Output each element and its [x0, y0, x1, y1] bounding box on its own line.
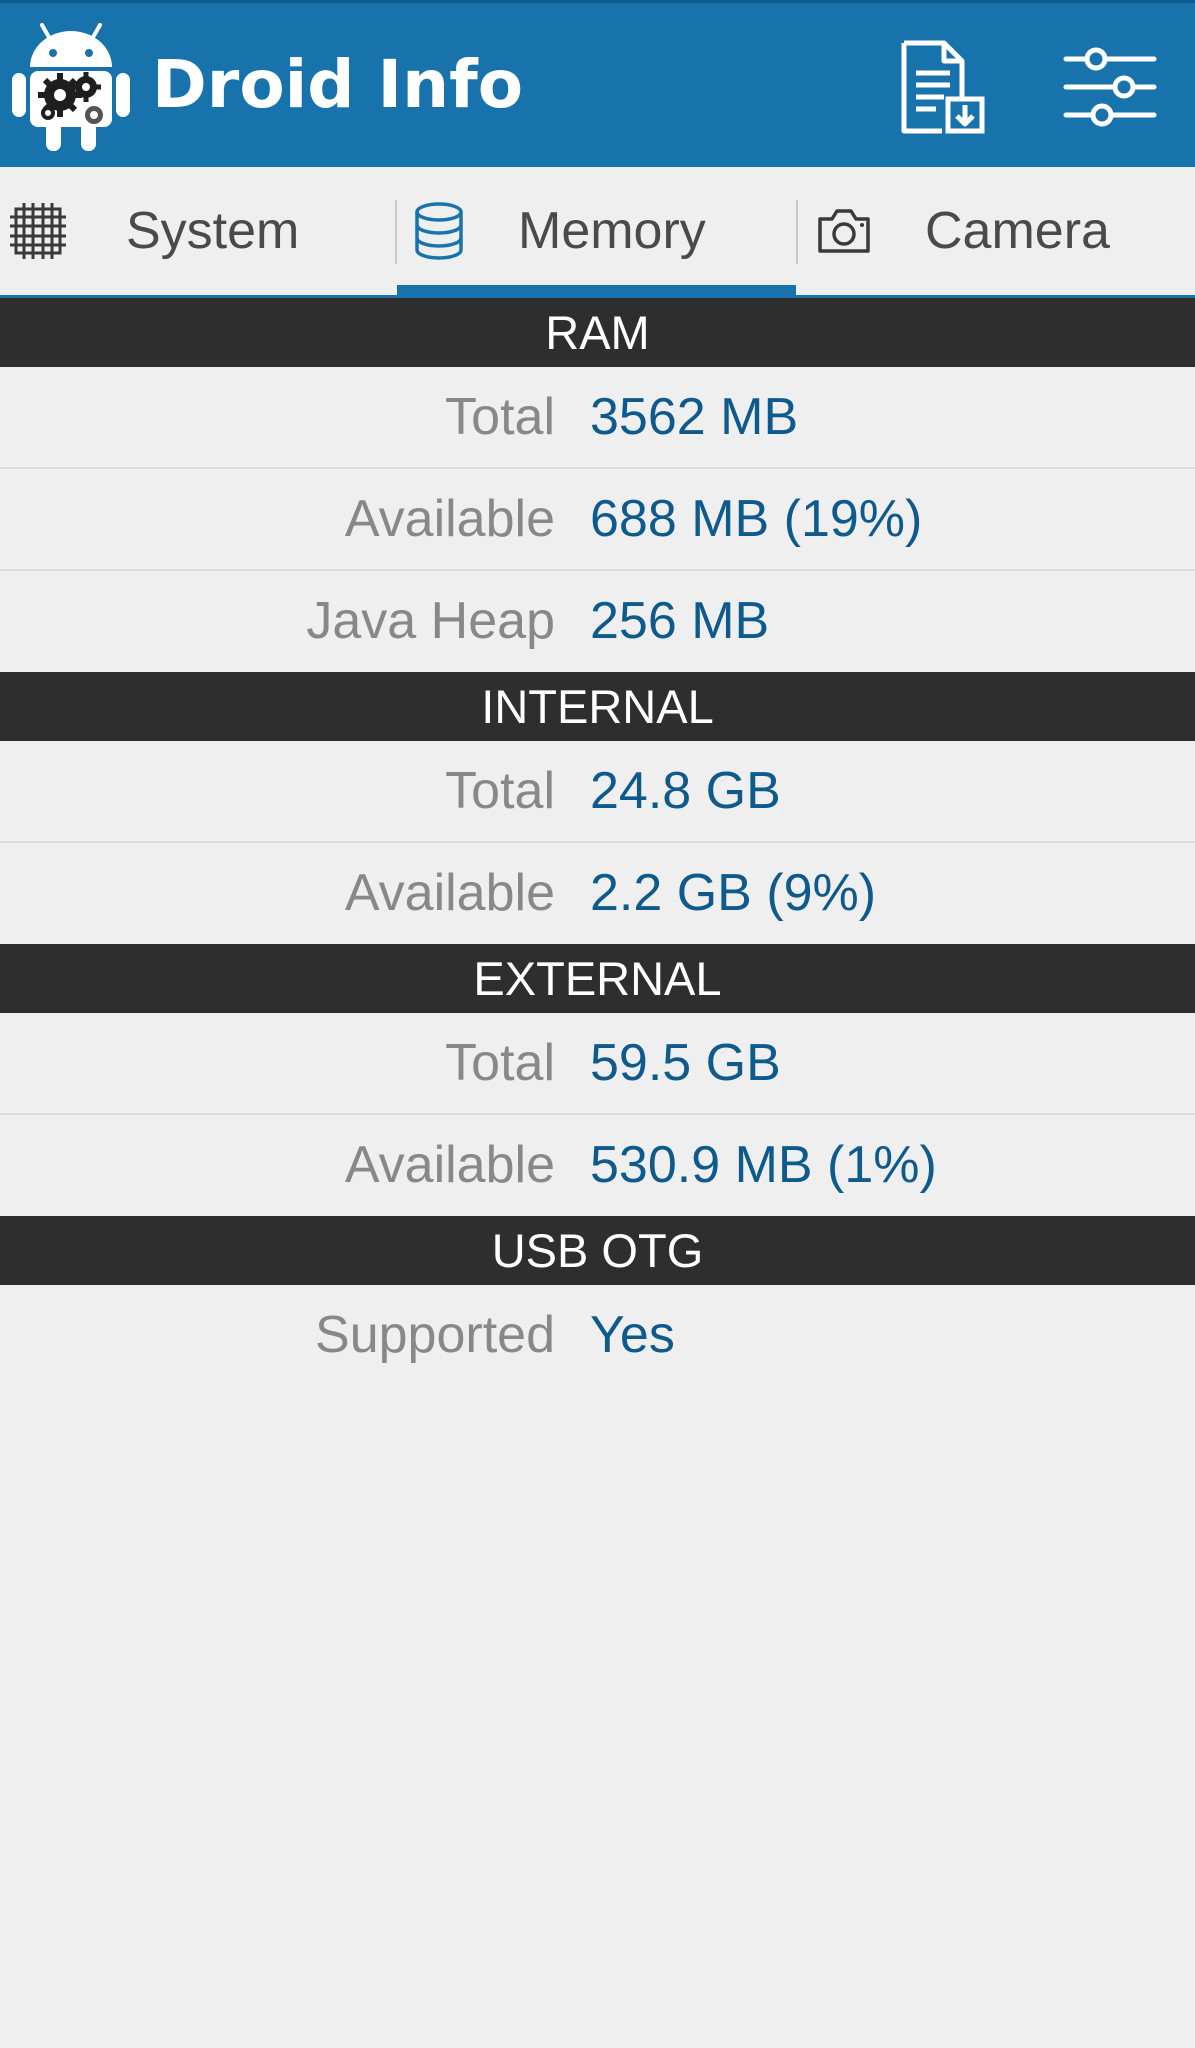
- info-label: Available: [344, 1136, 555, 1194]
- export-report-icon[interactable]: [896, 39, 992, 135]
- tab-memory[interactable]: Memory: [397, 167, 796, 295]
- info-row-external-total: Total 59.5 GB: [0, 1013, 1195, 1115]
- camera-icon: [818, 209, 870, 253]
- info-label: Available: [344, 490, 555, 548]
- android-gears-logo-icon: [12, 23, 130, 151]
- info-row-internal-total: Total 24.8 GB: [0, 741, 1195, 843]
- info-row-usb-otg-supported: Supported Yes: [0, 1285, 1195, 1385]
- info-value: 688 MB (19%): [590, 490, 923, 548]
- app-title: Droid Info: [152, 46, 524, 123]
- info-label: Java Heap: [306, 592, 555, 650]
- info-label: Available: [344, 864, 555, 922]
- tab-system-label: System: [126, 202, 300, 260]
- info-label: Total: [445, 388, 555, 446]
- info-row-ram-total: Total 3562 MB: [0, 367, 1195, 469]
- active-tab-indicator: [397, 285, 796, 298]
- app-bar: Droid Info: [0, 0, 1195, 167]
- info-row-ram-java-heap: Java Heap 256 MB: [0, 571, 1195, 672]
- info-value: 59.5 GB: [590, 1034, 781, 1092]
- app-root: Droid Info System Memory Camera RAM Tota…: [0, 0, 1195, 2048]
- info-value: Yes: [590, 1306, 675, 1364]
- info-value: 530.9 MB (1%): [590, 1136, 937, 1194]
- settings-sliders-icon[interactable]: [1062, 39, 1158, 135]
- info-value: 2.2 GB (9%): [590, 864, 877, 922]
- memory-info-list: RAM Total 3562 MB Available 688 MB (19%)…: [0, 298, 1195, 1385]
- section-header-external: EXTERNAL: [0, 944, 1195, 1013]
- info-row-external-available: Available 530.9 MB (1%): [0, 1115, 1195, 1216]
- info-row-internal-available: Available 2.2 GB (9%): [0, 843, 1195, 944]
- tab-bar: System Memory Camera: [0, 167, 1195, 298]
- info-label: Total: [445, 1034, 555, 1092]
- tab-memory-label: Memory: [518, 202, 706, 260]
- section-header-ram: RAM: [0, 298, 1195, 367]
- tab-camera-label: Camera: [925, 202, 1110, 260]
- section-header-internal: INTERNAL: [0, 672, 1195, 741]
- tab-camera[interactable]: Camera: [797, 167, 1195, 295]
- cpu-chip-icon: [10, 203, 66, 259]
- section-header-usb-otg: USB OTG: [0, 1216, 1195, 1285]
- tab-system[interactable]: System: [0, 167, 396, 295]
- info-row-ram-available: Available 688 MB (19%): [0, 469, 1195, 571]
- info-value: 256 MB: [590, 592, 770, 650]
- info-label: Total: [445, 762, 555, 820]
- info-label: Supported: [315, 1306, 555, 1364]
- database-icon: [415, 202, 463, 260]
- info-value: 24.8 GB: [590, 762, 781, 820]
- info-value: 3562 MB: [590, 388, 799, 446]
